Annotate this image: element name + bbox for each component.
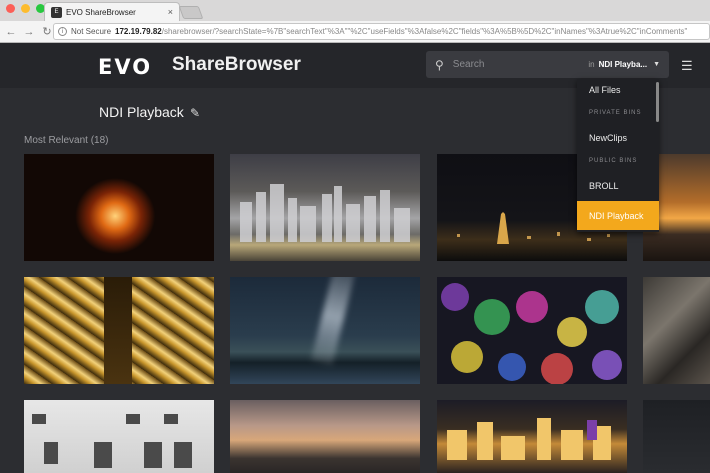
thumbnail-bokeh[interactable] — [437, 277, 627, 384]
url-host: 172.19.79.82 — [115, 27, 162, 36]
menu-header-public-bins: PUBLIC BINS — [589, 158, 638, 164]
search-scope-select[interactable]: NDI Playba... — [599, 60, 647, 69]
browser-tab[interactable]: E EVO ShareBrowser × — [44, 2, 180, 21]
night-lights-graphic — [447, 418, 611, 460]
search-bar[interactable]: ⚲ Search in NDI Playba... ▼ — [426, 51, 669, 78]
thumbnail-dusk-sky[interactable] — [230, 400, 420, 473]
bokeh-graphic — [441, 283, 622, 384]
bin-dropdown-menu: All Files PRIVATE BINS NewClips PUBLIC B… — [577, 79, 659, 232]
menu-item-newclips[interactable]: NewClips — [577, 133, 659, 143]
search-input[interactable]: Search — [453, 59, 485, 70]
url-path: /sharebrowser/?searchState=%7B"searchTex… — [161, 27, 688, 36]
atrium-column — [104, 277, 132, 384]
close-window-button[interactable] — [6, 4, 15, 13]
minimize-window-button[interactable] — [21, 4, 30, 13]
menu-item-ndi-playback[interactable]: NDI Playback — [577, 201, 659, 230]
thumbnail-golden-atrium[interactable] — [24, 277, 214, 384]
brand-title: ShareBrowser — [172, 54, 301, 75]
new-tab-button[interactable] — [178, 6, 204, 19]
menu-item-all-files[interactable]: All Files — [577, 85, 659, 95]
browser-toolbar: ← → ↻ i Not Secure 172.19.79.82 /sharebr… — [0, 21, 710, 42]
menu-item-broll[interactable]: BROLL — [577, 181, 659, 191]
dropdown-scrollbar[interactable] — [656, 82, 659, 122]
thumbnail-rocky-cliff[interactable] — [643, 277, 710, 384]
thumbnail-milky-way[interactable] — [230, 277, 420, 384]
address-bar[interactable]: i Not Secure 172.19.79.82 /sharebrowser/… — [53, 23, 710, 40]
building-graphic — [32, 414, 192, 468]
section-label: Most Relevant (18) — [24, 135, 109, 146]
thumbnail-night-lights[interactable] — [437, 400, 627, 473]
page-title: NDI Playback — [99, 104, 184, 120]
security-label: Not Secure — [71, 27, 112, 36]
pencil-icon[interactable]: ✎ — [190, 106, 200, 120]
search-scope-prefix: in — [588, 60, 595, 69]
reload-icon[interactable]: ↻ — [40, 25, 54, 39]
tab-title: EVO ShareBrowser — [66, 7, 136, 17]
sliders-icon[interactable]: ☰ — [681, 58, 693, 74]
window-controls — [6, 4, 45, 13]
milky-way-band — [310, 277, 356, 366]
forward-icon[interactable]: → — [22, 25, 36, 39]
back-icon[interactable]: ← — [4, 25, 18, 39]
browser-chrome: E EVO ShareBrowser × ← → ↻ i Not Secure … — [0, 0, 710, 43]
thumbnail-campfire[interactable] — [24, 154, 214, 261]
menu-header-private-bins: PRIVATE BINS — [589, 110, 642, 116]
skyline-graphic — [240, 184, 410, 242]
favicon-icon: E — [51, 6, 62, 18]
chevron-down-icon[interactable]: ▼ — [653, 61, 660, 68]
tab-close-icon[interactable]: × — [168, 7, 173, 17]
evo-logo[interactable]: EVO — [98, 55, 152, 79]
thumbnail-white-building[interactable] — [24, 400, 214, 473]
info-icon[interactable]: i — [58, 27, 67, 36]
search-icon: ⚲ — [435, 57, 444, 72]
thumbnail-dark-landscape[interactable] — [643, 400, 710, 473]
thumbnail-city-skyline[interactable] — [230, 154, 420, 261]
